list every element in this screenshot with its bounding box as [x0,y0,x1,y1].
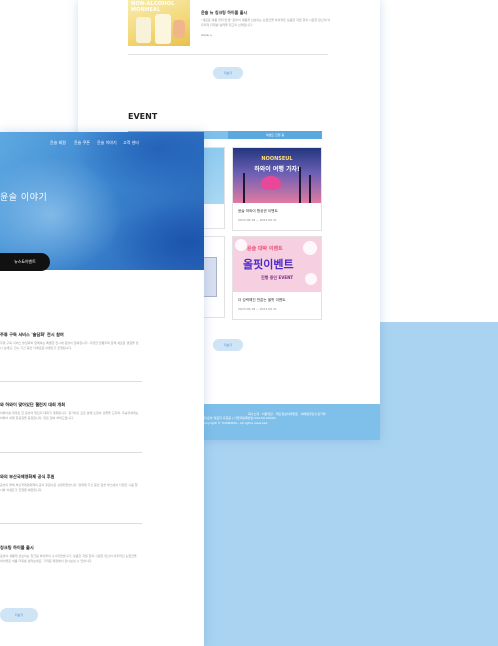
event-image-sub: 진행 중인 EVENT [261,275,294,280]
divider [0,381,142,382]
palm-graphic [299,167,301,203]
event-image-caption: NOONSEUL [261,156,293,162]
news-body: 윤슬이 올해 부산국제영화제의 공식 후원사로 선정되었습니다. 영화제 기간 … [0,483,138,492]
tab-event-ongoing[interactable]: 이벤트 진행 중 [228,131,322,139]
palm-graphic [309,175,311,203]
event-card-allpit[interactable]: 윤슬 대박 이벤트 올핏이벤트 진행 중인 EVENT 더 강력해진 반값는 올… [232,236,322,320]
thumbnail-caption: NON-ALCOHOL MONHEAL [131,1,175,13]
blossom-graphic [305,273,317,285]
blossom-graphic [235,239,247,251]
event-image-headline: 올핏이벤트 [243,258,294,271]
news-title[interactable]: 주류 구독 서비스 '술담화' 전시 참여 [0,332,64,338]
divider [0,523,142,524]
footer-copyright: Copyright © YOONSEUL. All rights reserve… [202,421,269,425]
news-body: 주류 구독 서비스 술담화와 함께하는 특별한 전시에 윤슬이 참여합니다. 다… [0,341,139,350]
divider [0,452,142,453]
news-body: 하와이를 테마로 한 윤슬의 챌린지 대회가 개최됩니다. 참가하신 모든 분께… [0,411,139,420]
event-image-caption: 윤슬 대박 이벤트 [247,246,283,252]
nav-item-support[interactable]: 고객 센터 [123,140,139,146]
nav-item-story[interactable]: 윤슬 이야기 [97,140,117,146]
flamingo-graphic [261,176,281,190]
news-title[interactable]: 와의 부산국제영화제 공식 후원 [0,474,54,480]
hero-title: 윤슬 이야기 [0,193,48,203]
news-event-button[interactable]: 뉴스&이벤트 [0,253,50,271]
event-name: 윤슬 하와이 항공권 이벤트 [238,209,278,213]
food-more-link[interactable]: more + [201,33,212,37]
news-title[interactable]: 와 하와이 맞아있단 챌린지 대회 개최 [0,402,65,408]
footer-info: (주)윤슬 대표자 홍길동 | 사업자등록번호 000-00-00000 [202,416,276,420]
event-image-headline: 하와이 여행 가자! [254,166,300,173]
news-title[interactable]: 칭크팅 하이볼 출시 [0,545,34,551]
event-date: 2023.06.18 ~ 2023.06.31 [238,307,277,311]
nav-item-coupon[interactable]: 윤슬 쿠폰 [74,140,90,146]
food-thumbnail[interactable]: NON-ALCOHOL MONHEAL [128,0,190,46]
news-body: 윤슬이 새롭게 선보이는 칭크팅 하이볼이 출시되었습니다. 상큼한 과일 향과… [0,554,137,563]
more-button[interactable]: 더보기 [0,608,38,622]
food-description: "새로운 여름 맛의 탄생" 윤슬이 새롭게 선보이는 논알코올 하이볼은 상큼… [201,18,331,27]
hero-banner: 윤슬 회원 윤슬 쿠폰 윤슬 이야기 고객 센터 윤슬 이야기 [0,132,204,270]
event-card-hawaii[interactable]: NOONSEUL 하와이 여행 가자! 윤슬 하와이 항공권 이벤트 2023.… [232,147,322,231]
front-page-preview: 윤슬 회원 윤슬 쿠폰 윤슬 이야기 고객 센터 윤슬 이야기 뉴스&이벤트 주… [0,132,204,646]
cup-graphic [155,14,171,44]
event-image: NOONSEUL 하와이 여행 가자! [233,148,321,203]
event-name: 더 강력해진 반값는 올핏 이벤트 [238,298,286,302]
food-title[interactable]: 윤슬 뉴 칭크팅 하이볼 출시 [201,10,247,16]
more-button[interactable]: 더보기 [213,339,243,351]
nav-item-member[interactable]: 윤슬 회원 [50,140,66,146]
event-date: 2023.06.18 ~ 2023.06.31 [238,218,277,222]
event-section-title: EVENT [128,112,158,121]
cup-graphic [136,17,151,43]
hand-graphic [173,20,185,38]
divider [128,54,328,55]
blossom-graphic [303,241,317,255]
event-image: 윤슬 대박 이벤트 올핏이벤트 진행 중인 EVENT [233,237,321,292]
more-button[interactable]: 더보기 [213,67,243,79]
palm-graphic [243,173,245,203]
